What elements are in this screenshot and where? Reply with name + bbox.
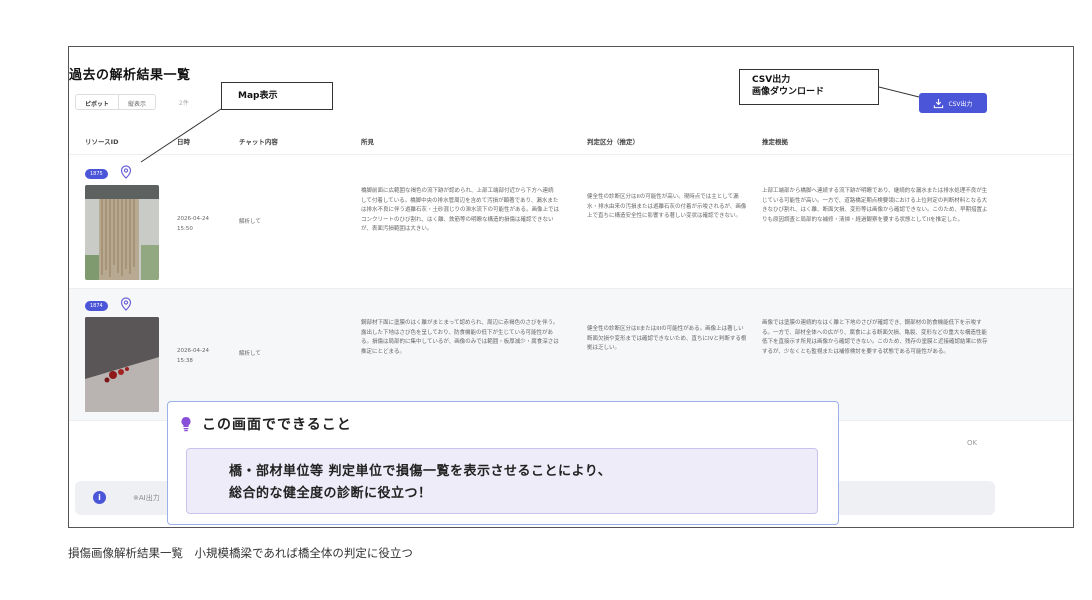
row-time: 15:50 <box>177 225 193 232</box>
map-callout: Map表示 <box>221 82 333 110</box>
row-chat: 解析して <box>239 351 261 357</box>
feature-callout-body: 橋・部材単位等 判定単位で損傷一覧を表示させることにより、 総合的な健全度の診断… <box>186 448 818 514</box>
feature-callout: この画面でできること 橋・部材単位等 判定単位で損傷一覧を表示させることにより、… <box>167 401 839 525</box>
row-datetime: 2026-04-24 15:38 <box>177 347 237 366</box>
csv-callout-line2: 画像ダウンロード <box>752 87 825 97</box>
header-chat: チャット内容 <box>239 138 278 146</box>
row-chat: 解析して <box>239 219 261 225</box>
header-resource-id: リソースID <box>85 138 119 146</box>
csv-export-button[interactable]: CSV出力 <box>919 93 987 113</box>
row-time: 15:38 <box>177 357 193 364</box>
figure-caption: 損傷画像解析結果一覧 小規模橋梁であれば橋全体の判定に役立つ <box>68 546 413 560</box>
ai-notice: ※AI出力 <box>133 494 160 502</box>
row-basis: 上部工端部から橋脚へ連続する流下跡が明瞭であり、継続的な漏水または排水処理不良が… <box>762 188 988 223</box>
row-date: 2026-04-24 <box>177 348 209 354</box>
feature-line-2: 総合的な健全度の診断に役立つ！ <box>229 486 432 501</box>
damage-thumbnail[interactable] <box>85 317 159 412</box>
header-datetime: 日時 <box>177 138 190 146</box>
download-icon <box>934 98 944 108</box>
page-title: 過去の解析結果一覧 <box>69 68 191 83</box>
table-row[interactable]: 1875 2026-04-24 15:50 解析して 橋脚前面に広範囲な褐色の流… <box>69 157 1073 289</box>
row-judgement: 健全性の診断区分はIIの可能性が高い。現時点では主として漏水・排水由来の汚損また… <box>587 194 747 219</box>
feature-callout-header: この画面でできること <box>180 414 352 434</box>
feature-line-1: 橋・部材単位等 判定単位で損傷一覧を表示させることにより、 <box>229 464 612 479</box>
result-count: 2件 <box>179 100 189 107</box>
csv-export-label: CSV出力 <box>948 100 973 108</box>
csv-callout-line1: CSV出力 <box>752 75 791 85</box>
screenshot-frame: 過去の解析結果一覧 ピボット 縦表示 2件 CSV出力 リソースID 日時 チャ… <box>68 46 1074 528</box>
resource-id-badge[interactable]: 1875 <box>85 169 108 179</box>
info-icon: i <box>93 491 106 504</box>
ok-label[interactable]: OK <box>967 439 977 447</box>
row-date: 2026-04-24 <box>177 216 209 222</box>
row-judgement: 健全性の診断区分はIIまたはIIIの可能性がある。画像上は著しい断面欠損や変形ま… <box>587 326 747 351</box>
row-datetime: 2026-04-24 15:50 <box>177 215 237 234</box>
view-toggle[interactable]: ピボット 縦表示 <box>75 94 157 110</box>
row-basis: 画像では塗膜の連続的なはく離と下地のさびが確認でき、鋼部材の防食機能低下を示唆す… <box>762 320 988 355</box>
feature-callout-title: この画面でできること <box>202 417 352 433</box>
resource-id-badge[interactable]: 1874 <box>85 301 108 311</box>
map-pin-icon[interactable] <box>120 165 132 179</box>
header-finding: 所見 <box>361 138 374 146</box>
toggle-vertical[interactable]: 縦表示 <box>119 95 156 109</box>
header-judgement: 判定区分（推定） <box>587 138 639 146</box>
toggle-pivot[interactable]: ピボット <box>76 95 120 109</box>
damage-thumbnail[interactable] <box>85 185 159 280</box>
row-finding: 鋼部材下面に塗膜のはく離がまとまって認められ、周辺に赤褐色のさびを伴う。露出した… <box>361 320 559 355</box>
table-header: リソースID 日時 チャット内容 所見 判定区分（推定） 推定根拠 <box>69 127 1073 155</box>
header-basis: 推定根拠 <box>762 138 788 146</box>
map-pin-icon[interactable] <box>120 297 132 311</box>
row-finding: 橋脚前面に広範囲な褐色の流下跡が認められ、上部工端部付近から下方へ連続して付着し… <box>361 188 560 232</box>
csv-callout: CSV出力 画像ダウンロード <box>739 69 879 105</box>
lightbulb-icon <box>181 416 191 432</box>
